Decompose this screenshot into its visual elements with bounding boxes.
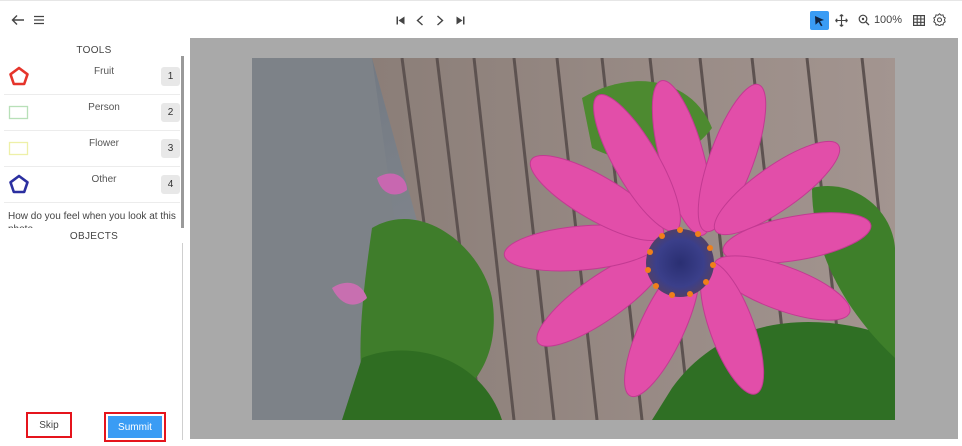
move-icon[interactable]	[834, 13, 848, 27]
next-icon[interactable]	[434, 13, 446, 27]
rectangle-icon	[8, 138, 30, 158]
skip-button[interactable]: Skip	[26, 412, 72, 438]
prev-icon[interactable]	[414, 13, 426, 27]
menu-icon[interactable]	[31, 12, 47, 28]
settings-icon[interactable]	[932, 12, 947, 27]
grid-icon[interactable]	[912, 13, 926, 27]
rectangle-icon	[8, 102, 30, 122]
tool-label: Flower	[88, 138, 119, 149]
last-frame-icon[interactable]	[454, 14, 466, 26]
tool-item-fruit[interactable]: Fruit 1	[4, 58, 180, 95]
tools-scrollbar[interactable]	[181, 56, 184, 228]
tool-item-other[interactable]: Other 4	[4, 166, 180, 203]
objects-scrollbar[interactable]	[182, 243, 183, 440]
tool-label: Other	[91, 174, 117, 185]
flower-photo[interactable]	[252, 58, 895, 420]
pentagon-icon	[8, 66, 30, 86]
tools-title: TOOLS	[76, 45, 112, 56]
zoom-level: 100%	[873, 14, 903, 26]
tool-item-flower[interactable]: Flower 3	[4, 130, 180, 167]
hotkey-badge: 3	[161, 139, 180, 158]
zoom-icon[interactable]	[857, 13, 871, 27]
tool-label: Person	[88, 102, 120, 113]
objects-title: OBJECTS	[69, 231, 119, 242]
question-text: How do you feel when you look at this ph…	[8, 211, 176, 228]
annotation-canvas[interactable]	[190, 38, 958, 439]
back-arrow-icon[interactable]	[10, 12, 26, 28]
hotkey-badge: 4	[161, 175, 180, 194]
pentagon-icon	[8, 174, 30, 194]
left-panel: TOOLS Fruit 1 Person 2 Flower 3 Other 4 …	[0, 38, 190, 446]
hotkey-badge: 1	[161, 67, 180, 86]
submit-button-label: Summit	[108, 416, 162, 438]
tool-label: Fruit	[94, 66, 114, 77]
first-frame-icon[interactable]	[394, 14, 406, 26]
pointer-icon[interactable]	[810, 11, 829, 30]
tool-item-person[interactable]: Person 2	[4, 94, 180, 131]
hotkey-badge: 2	[161, 103, 180, 122]
submit-button[interactable]: Summit	[104, 412, 166, 442]
top-toolbar: 100%	[0, 0, 962, 39]
